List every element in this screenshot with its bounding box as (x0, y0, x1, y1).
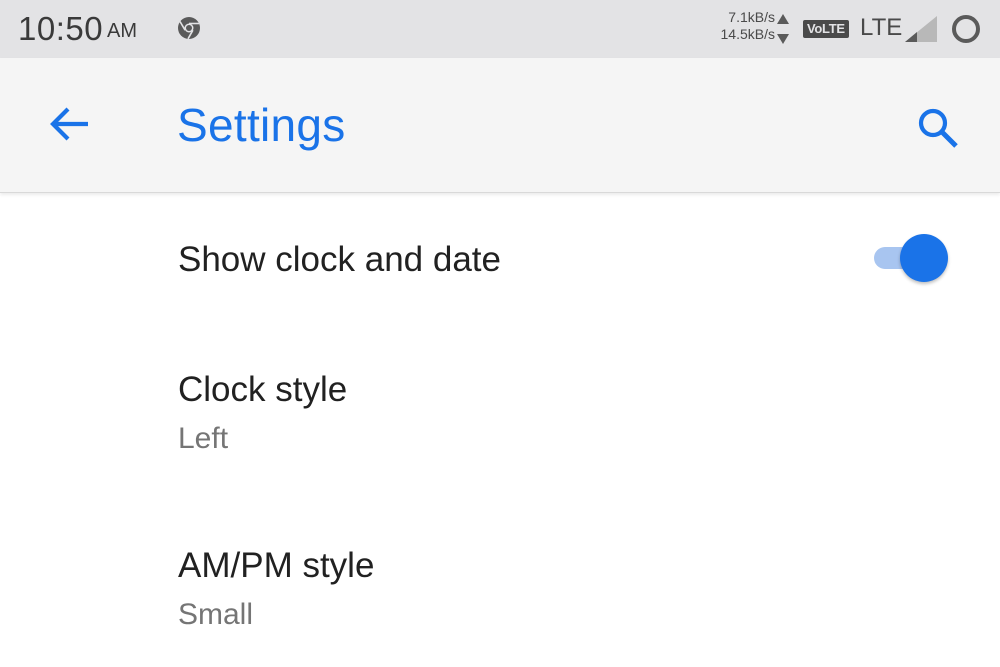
network-speed: 7.1kB/s 14.5kB/s (700, 9, 775, 43)
setting-clock-style[interactable]: Clock style Left (0, 340, 1000, 480)
toggle-thumb (900, 234, 948, 282)
setting-summary: Left (178, 422, 229, 455)
setting-title: Show clock and date (178, 240, 501, 279)
status-time: 10:50 (18, 10, 104, 47)
status-ampm: AM (107, 20, 137, 42)
setting-title: AM/PM style (178, 546, 375, 585)
network-type-label: LTE (860, 14, 903, 41)
download-speed: 14.5kB/s (720, 26, 775, 42)
signal-icon (905, 16, 937, 42)
data-activity-icon (777, 14, 789, 44)
setting-summary: Small (178, 598, 254, 631)
volte-badge: VoLTE (803, 20, 849, 38)
setting-title: Clock style (178, 370, 348, 409)
battery-ring-icon (952, 15, 980, 43)
chrome-like-icon (178, 17, 200, 40)
page-title: Settings (177, 99, 346, 151)
setting-show-clock-and-date[interactable]: Show clock and date (0, 194, 1000, 322)
setting-ampm-style[interactable]: AM/PM style Small (0, 520, 1000, 667)
app-bar: Settings (0, 58, 1000, 193)
arrow-back-icon[interactable] (44, 98, 96, 150)
status-bar: 10:50 AM 7.1kB/s 14.5kB/s VoLTE LTE (0, 0, 1000, 58)
show-clock-toggle[interactable] (872, 234, 952, 282)
upload-speed: 7.1kB/s (728, 9, 775, 25)
search-icon[interactable] (912, 102, 964, 154)
